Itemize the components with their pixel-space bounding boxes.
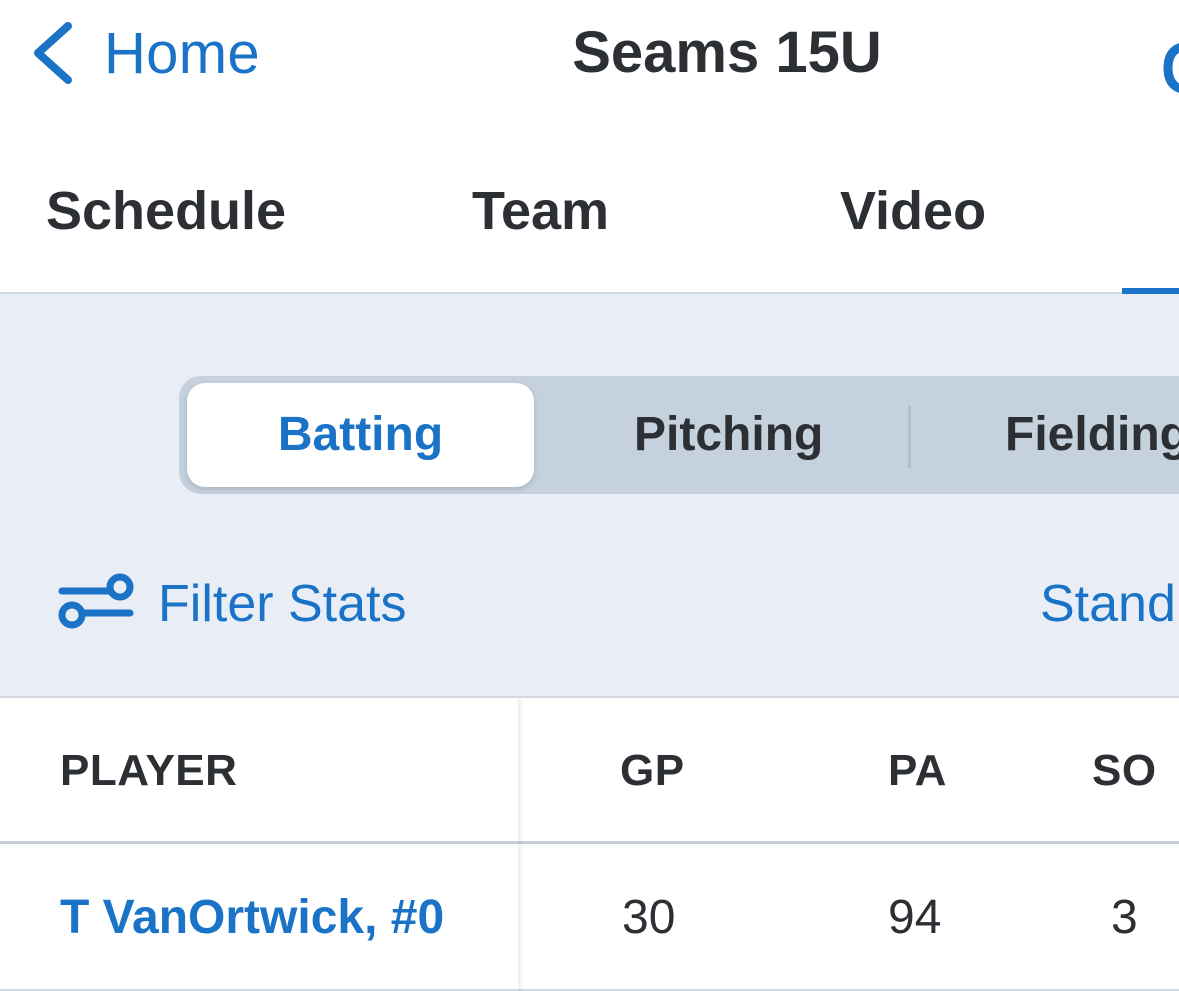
column-header-gp[interactable]: GP bbox=[620, 746, 685, 796]
column-header-player[interactable]: PLAYER bbox=[60, 746, 237, 796]
stats-table: PLAYER GP PA SO T VanOrtwick, #0 30 94 3 bbox=[0, 696, 1179, 991]
table-row: T VanOrtwick, #0 30 94 3 bbox=[0, 844, 1179, 991]
filter-stats-button[interactable]: Filter Stats bbox=[58, 564, 407, 644]
frozen-column-shadow bbox=[518, 698, 524, 991]
tab-video[interactable]: Video bbox=[840, 180, 986, 242]
chevron-left-icon bbox=[30, 20, 74, 86]
column-header-pa[interactable]: PA bbox=[888, 746, 947, 796]
cell-pa: 94 bbox=[888, 891, 942, 944]
segment-pitching[interactable]: Pitching bbox=[634, 376, 823, 494]
back-button[interactable]: Home bbox=[30, 18, 260, 88]
standings-link[interactable]: Stand bbox=[1040, 574, 1176, 634]
player-name-link[interactable]: T VanOrtwick, #0 bbox=[60, 890, 444, 945]
stats-panel: Batting Pitching Fielding Filter Stats S… bbox=[0, 294, 1179, 696]
sliders-icon bbox=[58, 572, 134, 637]
filter-stats-label: Filter Stats bbox=[158, 575, 407, 633]
tab-schedule[interactable]: Schedule bbox=[46, 180, 286, 242]
segment-fielding[interactable]: Fielding bbox=[1005, 376, 1179, 494]
cell-so: 3 bbox=[1111, 891, 1138, 944]
column-header-so[interactable]: SO bbox=[1092, 746, 1157, 796]
stats-type-segmented-control: Batting Pitching Fielding bbox=[179, 376, 1179, 494]
team-stats-screen: Seams 15U Home Schedule Team Video Batti… bbox=[0, 0, 1179, 991]
segment-divider bbox=[908, 406, 911, 468]
tab-team[interactable]: Team bbox=[472, 180, 609, 242]
nav-bar: Seams 15U Home bbox=[0, 0, 1179, 120]
main-tabs: Schedule Team Video bbox=[0, 120, 1179, 294]
table-header: PLAYER GP PA SO bbox=[0, 698, 1179, 844]
segment-batting[interactable]: Batting bbox=[187, 383, 534, 487]
nav-action-icon[interactable] bbox=[1160, 40, 1179, 96]
back-button-label: Home bbox=[104, 20, 260, 86]
cell-gp: 30 bbox=[622, 891, 676, 944]
